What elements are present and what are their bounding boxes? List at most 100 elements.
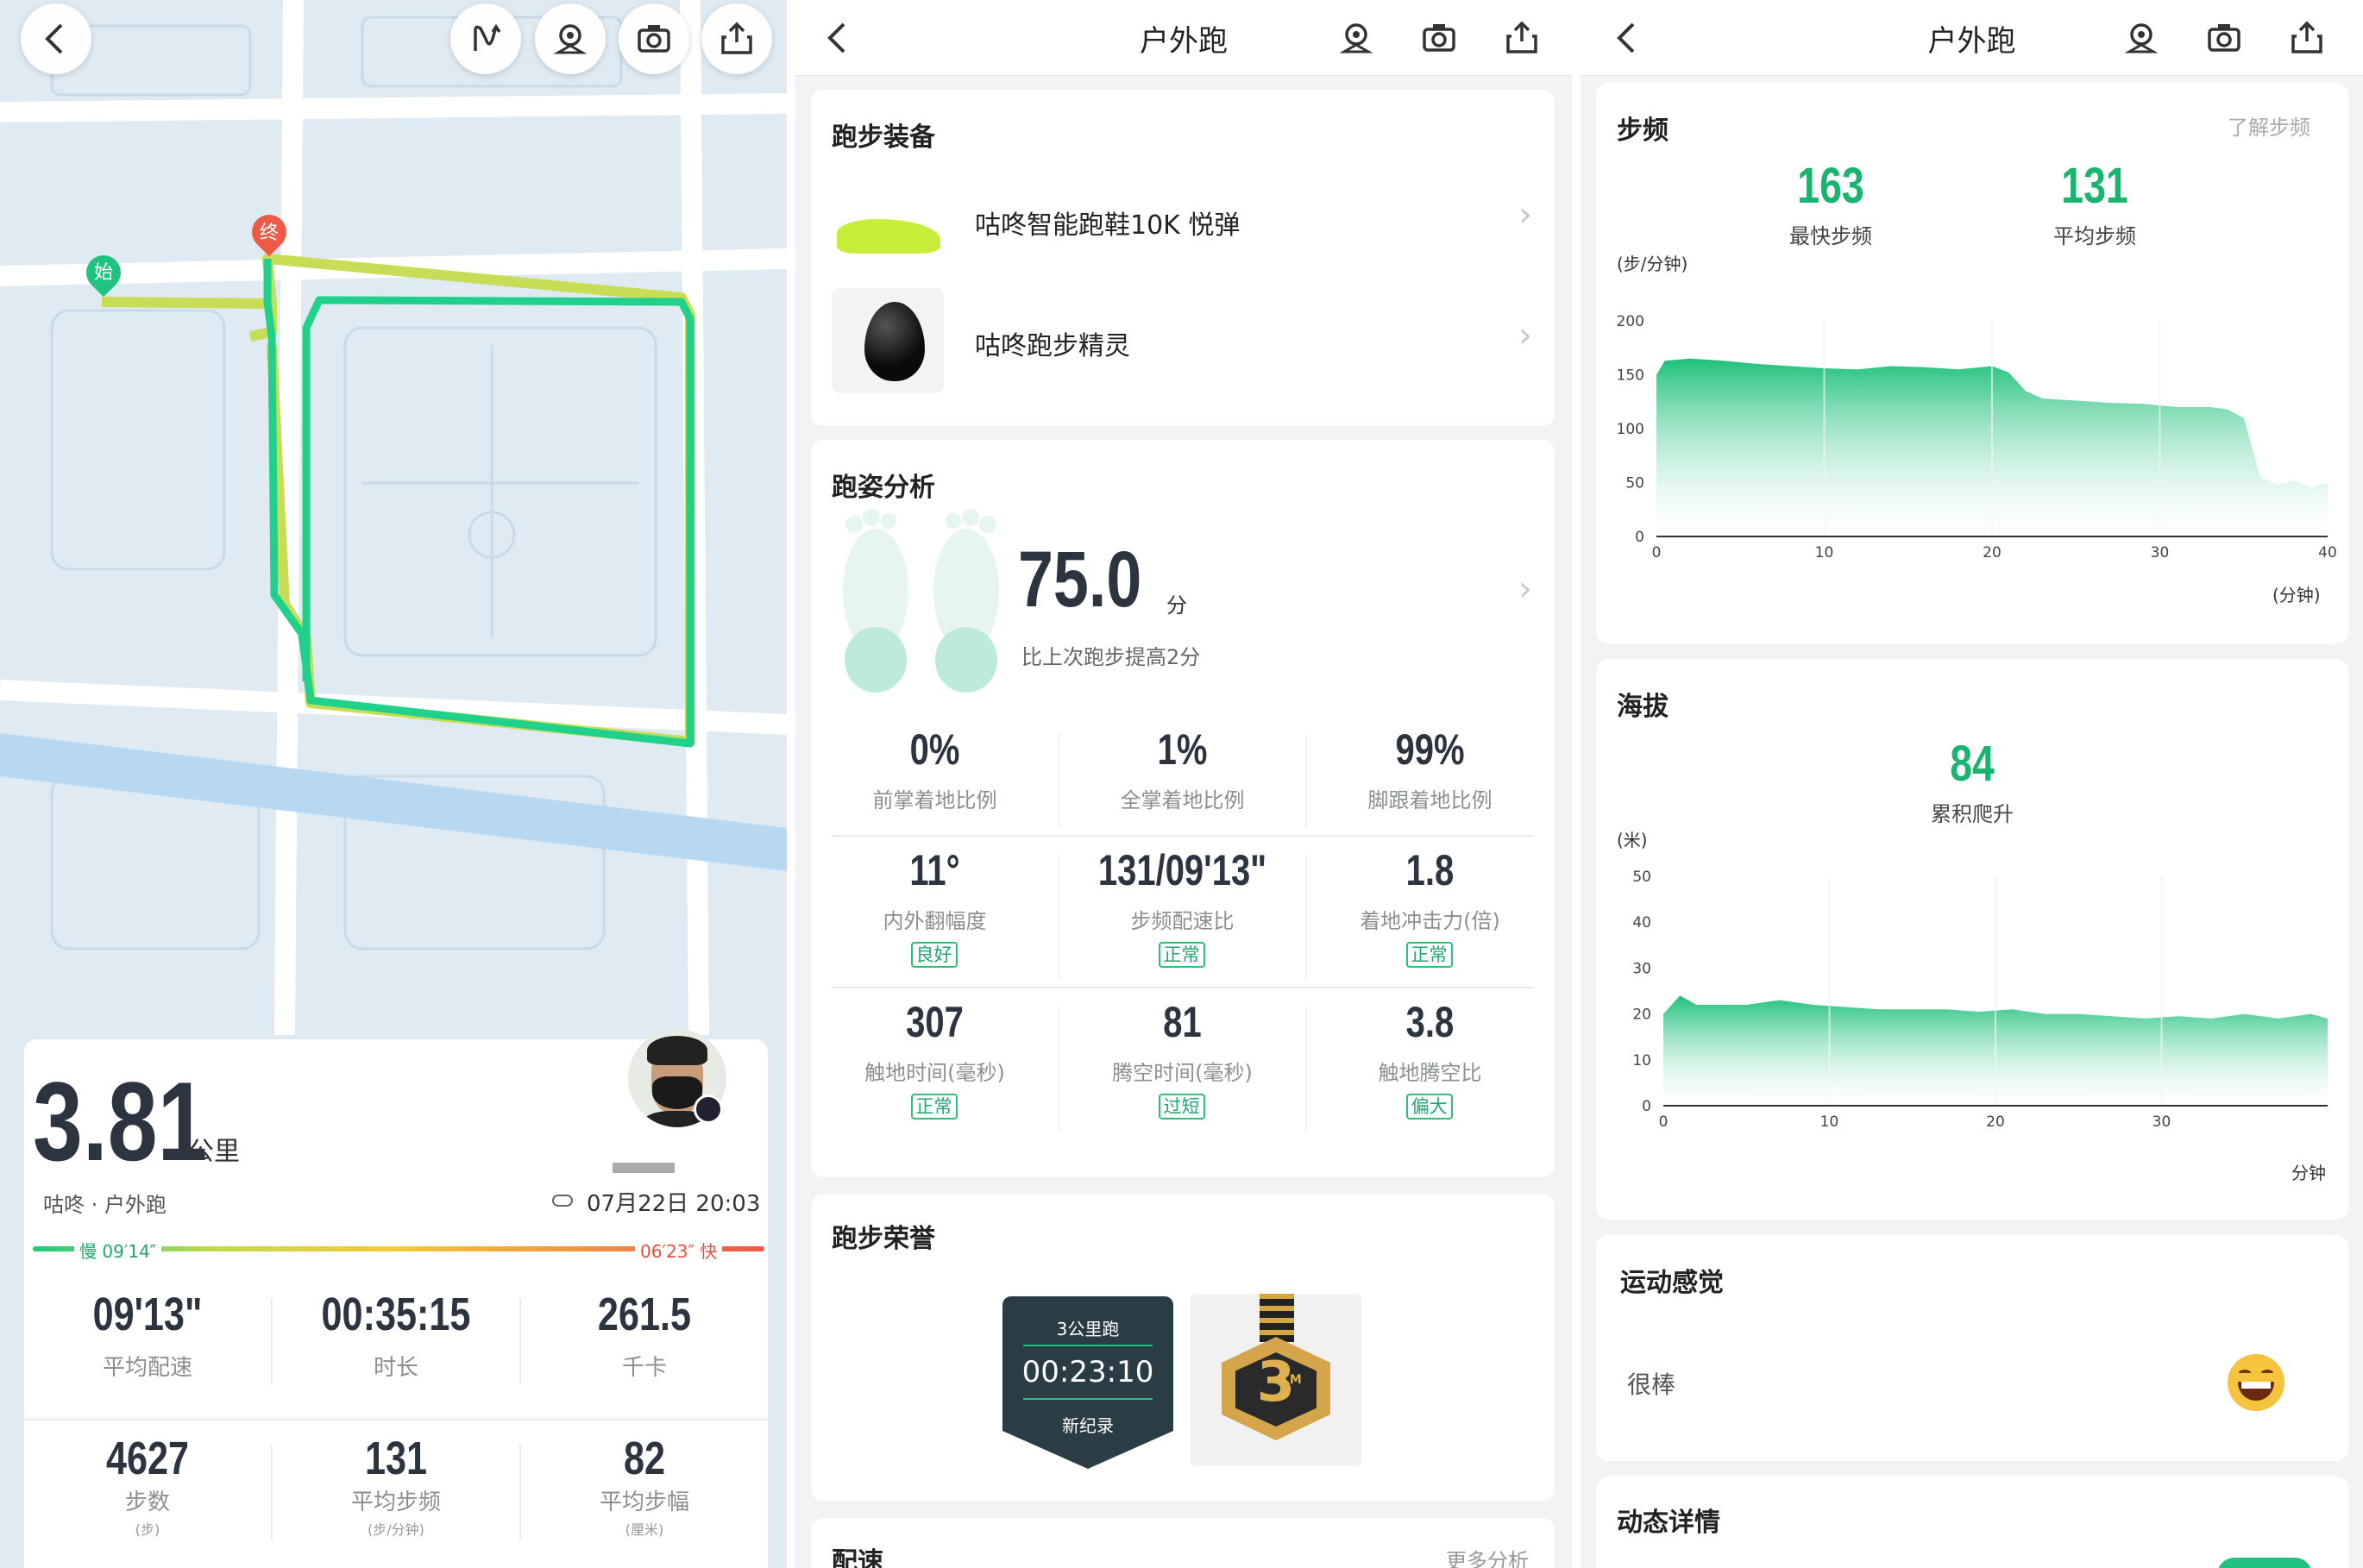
- route-toggle-button[interactable]: [450, 3, 521, 74]
- medal-sub: KM: [1280, 1373, 1302, 1387]
- chart-x-tick-label: 20: [1986, 1113, 2005, 1131]
- altitude-x-unit: 分钟: [2291, 1163, 2326, 1183]
- gait-metric-status-badge: 正常: [910, 1094, 958, 1120]
- record-badge-time: 00:23:10: [1021, 1355, 1154, 1389]
- medal-tile[interactable]: 3 KM: [1191, 1294, 1361, 1466]
- share-icon[interactable]: [2290, 21, 2324, 55]
- chart-x-tick-label: 30: [2151, 544, 2170, 561]
- gait-metric-status-badge: 良好: [910, 942, 958, 968]
- laughing-face-icon[interactable]: [2228, 1354, 2284, 1411]
- chart-x-tick-label: 0: [1659, 1113, 1669, 1131]
- camera-icon[interactable]: [2207, 21, 2241, 55]
- cadence-max-value: 163: [1797, 158, 1864, 214]
- cadence-max-label: 最快步频: [1789, 224, 1872, 248]
- crown-icon: [694, 1094, 723, 1124]
- avg-pace-label: 平均配速: [102, 1355, 192, 1381]
- gait-metric-value: 131/09'13": [1097, 846, 1267, 894]
- gait-metric-value: 1.8: [1405, 846, 1455, 894]
- chart-x-tick-label: 0: [1652, 544, 1662, 561]
- chevron-right-icon: ›: [1518, 316, 1532, 355]
- route-map[interactable]: [0, 0, 787, 1035]
- gait-metrics-grid: 0% 前掌着地比例 1% 全掌着地比例 99% 脚跟着地比例 11° 内外翻幅度 良好 131/0…: [811, 724, 1555, 1156]
- start-marker-label: 始: [93, 262, 113, 284]
- gait-metric-value: 99%: [1395, 725, 1465, 774]
- gait-metric-label: 脚跟着地比例: [1367, 788, 1493, 812]
- location-pin-icon[interactable]: [2124, 21, 2159, 55]
- gait-metric-label: 腾空时间(毫秒): [1112, 1061, 1253, 1085]
- gait-metric-label: 内外翻幅度: [883, 909, 987, 933]
- divider-handle[interactable]: [613, 1163, 675, 1173]
- chevron-left-icon: [45, 23, 63, 54]
- gait-analysis-card[interactable]: 跑姿分析 75.0 分 比上次跑步提高2分 › 0% 前掌着地比例 1% 全掌着地比例…: [811, 440, 1555, 1177]
- gait-metric-value: 81: [1163, 998, 1202, 1046]
- altitude-climb-label: 累积爬升: [1931, 802, 2014, 826]
- record-badge-subtitle: 新纪录: [1062, 1415, 1114, 1436]
- chart-y-tick-label: 150: [1617, 367, 1644, 385]
- calories-value: 261.5: [597, 1289, 692, 1340]
- gait-metric-status-badge: 偏大: [1405, 1094, 1453, 1120]
- chart-y-tick-label: 0: [1635, 529, 1644, 546]
- back-button[interactable]: [21, 3, 91, 74]
- avg-cadence-label: 平均步频: [350, 1490, 441, 1515]
- chart-x-tick-label: 10: [1820, 1113, 1839, 1131]
- cadence-avg-label: 平均步频: [2053, 224, 2136, 248]
- pace-fast-label: 06′23″ 快: [635, 1238, 723, 1263]
- equipment-title: 跑步装备: [832, 122, 935, 153]
- steps-value: 4627: [105, 1433, 190, 1484]
- gait-metric-status-badge: 正常: [1158, 942, 1205, 968]
- gait-metric-label: 触地腾空比: [1378, 1061, 1482, 1085]
- gait-title: 跑姿分析: [832, 473, 935, 503]
- cadence-info-link[interactable]: 了解步频: [2228, 110, 2310, 141]
- location-pin-icon[interactable]: [1339, 21, 1373, 55]
- honor-card: 跑步荣誉 3公里跑 00:23:10 新纪录 3 KM: [811, 1195, 1555, 1501]
- pace-card: 配速 更多分析: [811, 1518, 1555, 1568]
- camera-icon: [638, 25, 670, 53]
- dynamic-card: 动态详情: [1596, 1477, 2348, 1568]
- pace-slow-label: 慢 09′14″: [74, 1238, 162, 1263]
- gait-score: 75.0: [1018, 536, 1142, 624]
- camera-button[interactable]: [619, 3, 689, 74]
- cadence-chart[interactable]: 0 50 100 150 200 0 10 20 30 40: [1596, 298, 2348, 592]
- gait-metric-value: 0%: [909, 725, 960, 774]
- distance-unit: 公里: [188, 1137, 240, 1167]
- share-icon[interactable]: [1505, 21, 1539, 55]
- shoe-name: 咕咚智能跑鞋10K 悦弹: [975, 210, 1241, 241]
- cadence-card: 步频 了解步频 163 最快步频 131 平均步频 (步/分钟) 0 50 100 1…: [1596, 83, 2348, 643]
- gait-score-note: 比上次跑步提高2分: [1021, 645, 1201, 669]
- pace-title: 配速: [832, 1547, 883, 1568]
- gait-metric-value: 1%: [1157, 725, 1208, 774]
- gait-score-unit: 分: [1166, 593, 1187, 618]
- top-bar: 户外跑: [795, 0, 1572, 76]
- avg-cadence-unit: (步/分钟): [368, 1521, 424, 1538]
- chart-x-tick-label: 30: [2152, 1113, 2171, 1131]
- avg-stride-value: 82: [623, 1433, 666, 1484]
- chart-x-tick-label: 10: [1815, 544, 1834, 561]
- footprints-icon: [843, 509, 999, 693]
- gait-metric-label: 步频配速比: [1130, 909, 1235, 933]
- calories-label: 千卡: [621, 1355, 667, 1381]
- record-badge[interactable]: 3公里跑 00:23:10 新纪录: [1002, 1296, 1173, 1469]
- equipment-item-pod[interactable]: 咕咚跑步精灵 ›: [811, 288, 1555, 400]
- altitude-climb-value: 84: [1950, 736, 1995, 792]
- camera-icon[interactable]: [1422, 21, 1456, 55]
- record-badge-title: 3公里跑: [1056, 1319, 1120, 1339]
- altitude-title: 海拔: [1617, 692, 1669, 722]
- chart-y-tick-label: 30: [1632, 960, 1651, 977]
- honor-title: 跑步荣誉: [832, 1224, 935, 1254]
- avg-pace-value: 09'13": [92, 1289, 203, 1340]
- altitude-y-unit: (米): [1617, 830, 1648, 850]
- pod-name: 咕咚跑步精灵: [975, 331, 1130, 361]
- share-button[interactable]: [701, 3, 772, 74]
- chart-x-tick-label: 20: [1983, 544, 2002, 561]
- gait-metric-label: 前掌着地比例: [872, 788, 997, 812]
- altitude-chart[interactable]: 0 10 20 30 40 50 0 10 20 30: [1596, 854, 2348, 1147]
- detail-panel: 户外跑 跑步装备 咕咚智能跑鞋10K 悦弹 › 咕咚跑步精灵 › 跑姿分析 75…: [795, 0, 1572, 1568]
- gait-metric-status-badge: 过短: [1158, 1094, 1205, 1120]
- feeling-title: 运动感觉: [1620, 1268, 1724, 1298]
- cadence-avg-value: 131: [2061, 158, 2128, 214]
- dynamic-toggle[interactable]: [2217, 1558, 2312, 1568]
- more-analysis-link[interactable]: 更多分析: [1446, 1544, 1529, 1568]
- map-location-button[interactable]: [535, 3, 606, 74]
- medal-number: 3: [1256, 1351, 1296, 1414]
- location-pin-icon: [553, 24, 588, 54]
